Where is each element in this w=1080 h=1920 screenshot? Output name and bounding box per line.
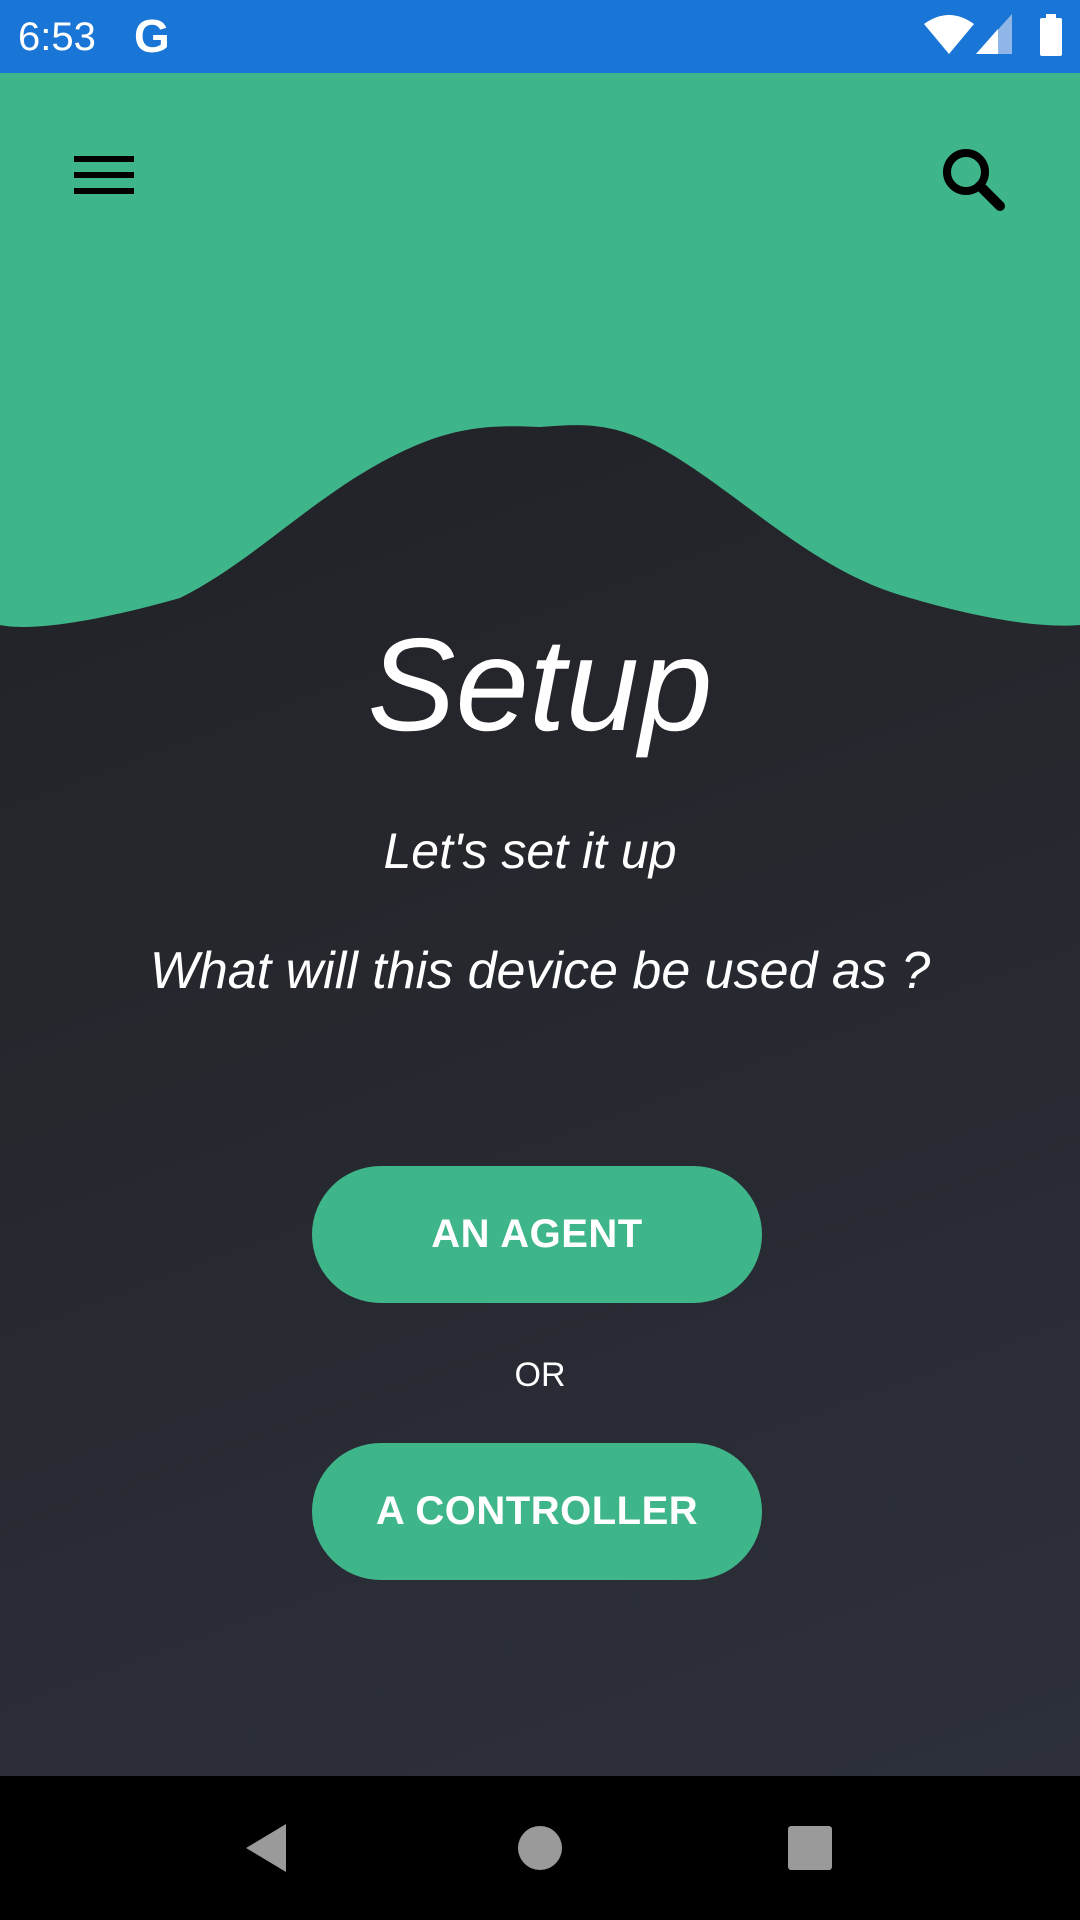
back-icon (246, 1824, 286, 1872)
search-button[interactable] (940, 146, 1006, 212)
signal-icon (976, 14, 1012, 54)
navigation-bar (0, 1776, 1080, 1920)
page-subtitle: Let's set it up (383, 823, 677, 879)
home-button[interactable] (508, 1816, 572, 1880)
search-icon (943, 149, 1005, 211)
menu-button[interactable] (72, 152, 136, 200)
agent-button[interactable]: AN AGENT (312, 1166, 762, 1303)
battery-icon (1040, 14, 1062, 56)
controller-button[interactable]: A CONTROLLER (312, 1443, 762, 1580)
wifi-icon (924, 15, 974, 54)
status-bar: 6:53 G (0, 0, 1080, 73)
google-icon: G (134, 10, 170, 62)
menu-icon (74, 156, 134, 194)
home-icon (518, 1826, 562, 1870)
page-title: Setup (367, 611, 713, 758)
header-wave (0, 73, 1080, 627)
back-button[interactable] (236, 1816, 300, 1880)
setup-question: What will this device be used as ? (149, 942, 931, 1000)
status-time: 6:53 (18, 15, 96, 59)
recents-button[interactable] (778, 1816, 842, 1880)
or-separator: OR (514, 1356, 566, 1394)
recents-icon (788, 1826, 832, 1870)
